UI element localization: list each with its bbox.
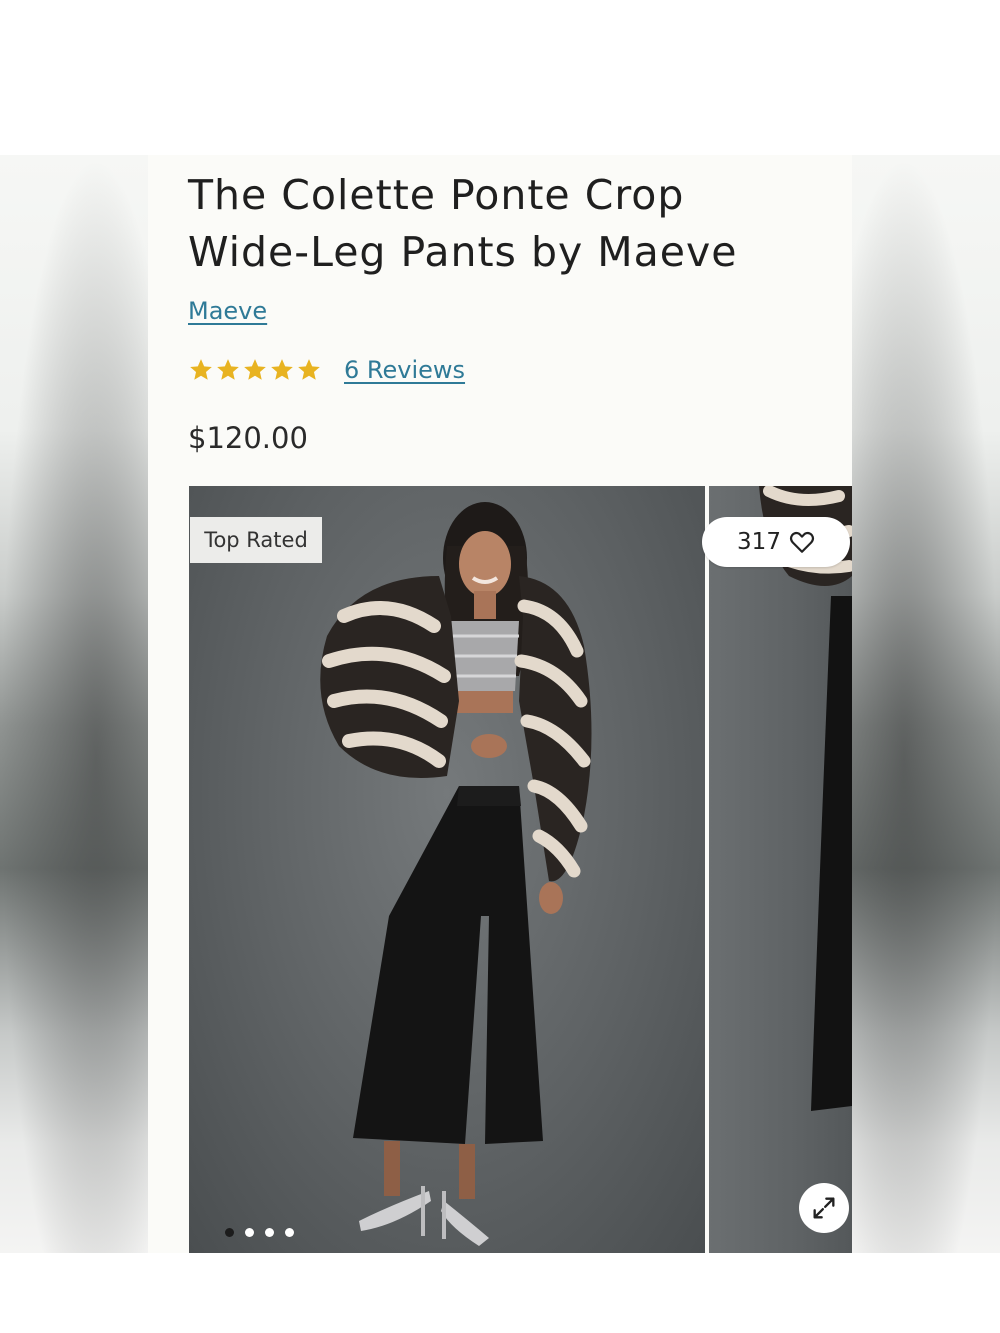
product-title-line-1: The Colette Ponte Crop xyxy=(188,171,685,219)
top-rated-badge: Top Rated xyxy=(190,517,322,563)
expand-image-button[interactable] xyxy=(799,1183,849,1233)
carousel-dot[interactable] xyxy=(265,1228,274,1237)
favorite-button[interactable]: 317 xyxy=(702,517,850,567)
star-icon xyxy=(242,357,268,383)
star-icon xyxy=(188,357,214,383)
favorites-count: 317 xyxy=(737,529,781,555)
carousel-dot[interactable] xyxy=(225,1228,234,1237)
model-illustration xyxy=(320,502,592,1246)
product-price: $120.00 xyxy=(188,421,308,455)
star-rating xyxy=(188,357,322,383)
star-icon xyxy=(296,357,322,383)
carousel-dots xyxy=(225,1228,294,1237)
rating-row: 6 Reviews xyxy=(188,356,465,384)
reviews-link[interactable]: 6 Reviews xyxy=(344,356,465,384)
brand-link[interactable]: Maeve xyxy=(188,297,267,325)
next-product-photo[interactable] xyxy=(709,486,852,1253)
carousel-dot[interactable] xyxy=(245,1228,254,1237)
expand-arrows-icon xyxy=(813,1197,835,1219)
product-title-line-2: Wide-Leg Pants by Maeve xyxy=(188,228,738,276)
star-icon xyxy=(269,357,295,383)
product-title: The Colette Ponte Crop Wide-Leg Pants by… xyxy=(188,167,828,281)
next-photo-illustration xyxy=(759,486,852,1111)
star-icon xyxy=(215,357,241,383)
heart-outline-icon xyxy=(789,531,815,553)
product-panel: The Colette Ponte Crop Wide-Leg Pants by… xyxy=(148,155,852,1253)
carousel-dot[interactable] xyxy=(285,1228,294,1237)
main-product-photo[interactable]: Top Rated xyxy=(189,486,705,1253)
product-gallery[interactable]: Top Rated 317 xyxy=(189,486,852,1253)
